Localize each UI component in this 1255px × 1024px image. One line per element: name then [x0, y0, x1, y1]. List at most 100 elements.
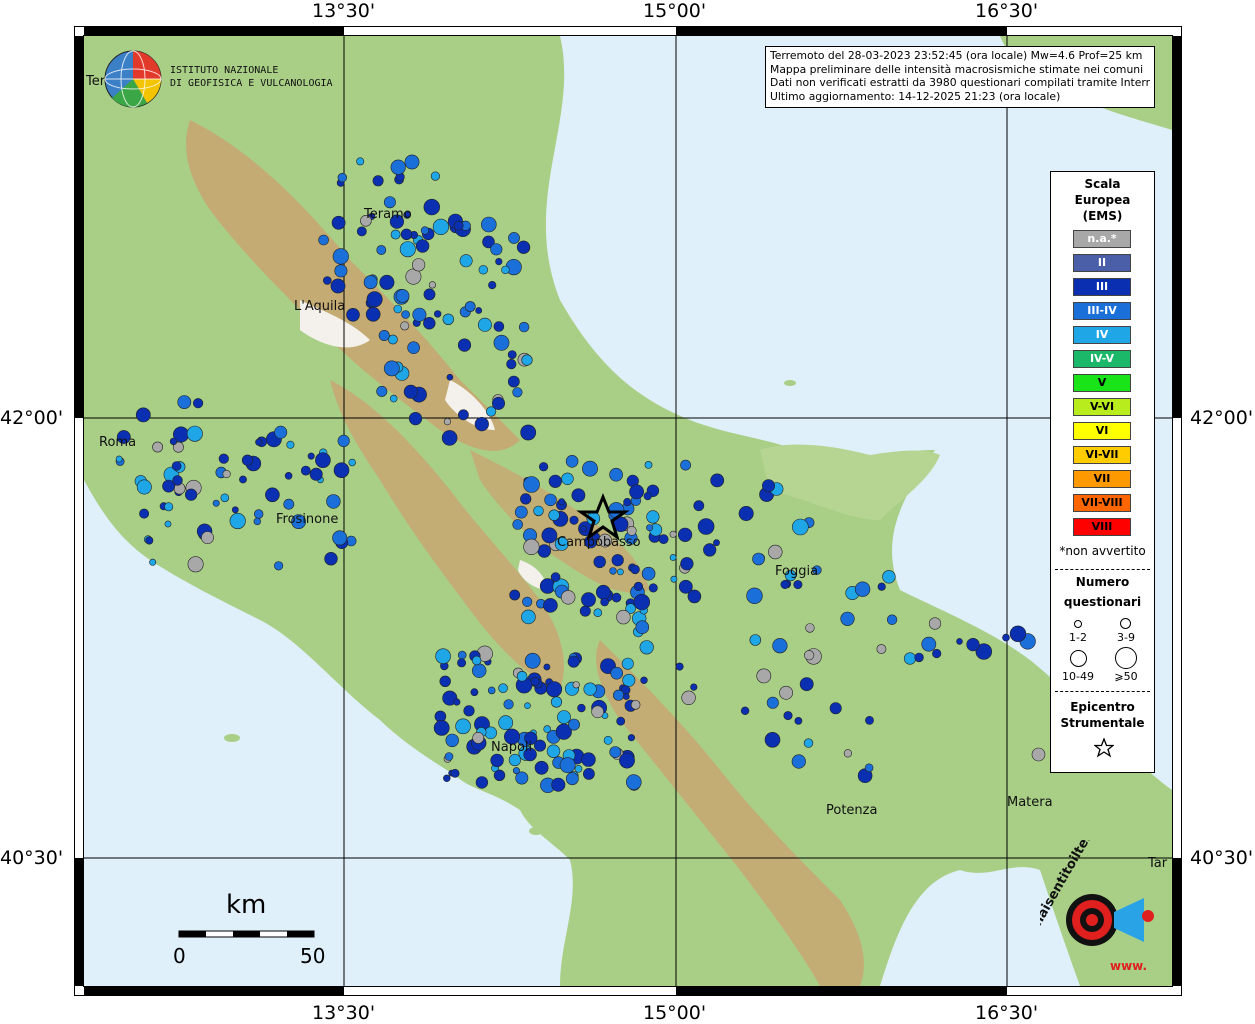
intensity-point: [164, 520, 172, 528]
ingv-globe-icon: [104, 50, 162, 108]
intensity-point: [738, 505, 754, 521]
intensity-point: [162, 479, 175, 493]
hsit-badge[interactable]: haisentitoilterremoto.it www.: [1040, 840, 1166, 980]
intensity-point: [520, 493, 532, 505]
intensity-point: [307, 452, 315, 460]
intensity-point: [488, 281, 497, 290]
intensity-point: [318, 234, 329, 246]
intensity-point: [574, 764, 583, 773]
intensity-point: [253, 517, 261, 526]
city-teramo: Teramo: [364, 207, 412, 222]
intensity-point: [534, 760, 549, 775]
map-canvas[interactable]: [84, 36, 1172, 986]
intensity-point: [928, 617, 942, 630]
intensity-point: [749, 634, 762, 646]
intensity-point: [401, 310, 410, 319]
intensity-point: [548, 509, 560, 521]
intensity-point: [450, 768, 460, 778]
intensity-point: [493, 334, 510, 351]
intensity-point: [886, 614, 898, 625]
intensity-point: [713, 539, 720, 547]
intensity-point: [443, 774, 451, 782]
intensity-point: [803, 650, 815, 661]
intensity-point: [610, 666, 624, 680]
intensity-point: [508, 232, 520, 244]
size-ring-4: [1115, 647, 1137, 669]
legend-separator-1: [1055, 569, 1150, 570]
intensity-point: [793, 580, 803, 590]
intensity-point: [593, 555, 606, 569]
intensity-point: [455, 718, 471, 735]
intensity-point: [805, 623, 815, 633]
intensity-point: [903, 652, 917, 665]
intensity-point: [658, 534, 669, 544]
intensity-point: [433, 720, 450, 736]
intensity-point: [675, 662, 684, 671]
legend-title: Scala Europea (EMS): [1051, 176, 1154, 224]
intensity-point: [169, 437, 178, 446]
intensity-point: [609, 746, 622, 758]
intensity-point: [581, 752, 596, 767]
ems-legend: Scala Europea (EMS) n.a.* II III III-IV IV IV…: [1050, 171, 1155, 773]
intensity-point: [472, 732, 485, 744]
intensity-point: [457, 658, 467, 668]
intensity-point: [803, 738, 814, 748]
legend-not-felt-note: *non avvertito: [1059, 544, 1146, 558]
intensity-point: [520, 424, 537, 441]
ingv-logo-line-2: DI GEOFISICA E VULCANOLOGIA: [170, 78, 333, 89]
intensity-point: [550, 572, 561, 582]
intensity-point: [766, 696, 779, 709]
intensity-point: [579, 605, 591, 617]
intensity-point: [443, 418, 452, 426]
intensity-point: [149, 558, 157, 566]
legend-swatch-3: III: [1073, 278, 1131, 296]
intensity-point: [501, 265, 510, 275]
intensity-point: [746, 587, 763, 604]
intensity-point: [457, 650, 467, 660]
intensity-point: [703, 543, 717, 557]
intensity-point: [595, 584, 611, 600]
intensity-point: [524, 702, 531, 710]
intensity-point: [565, 454, 579, 468]
intensity-point: [222, 469, 231, 479]
intensity-point: [453, 698, 461, 706]
intensity-point: [390, 229, 401, 240]
intensity-point: [309, 467, 323, 481]
scale-bar-max: 50: [300, 944, 326, 968]
intensity-point: [794, 717, 803, 725]
intensity-point: [669, 554, 677, 561]
intensity-point: [274, 561, 284, 571]
intensity-point: [185, 488, 198, 501]
intensity-point: [231, 506, 239, 514]
intensity-point: [633, 581, 644, 592]
intensity-point: [616, 716, 626, 726]
intensity-point: [408, 412, 423, 426]
city-campobasso: Campobasso: [557, 535, 641, 550]
intensity-point: [201, 531, 214, 544]
intensity-point: [333, 462, 350, 479]
intensity-point: [332, 248, 349, 265]
intensity-point: [603, 735, 613, 745]
intensity-point: [491, 396, 505, 410]
intensity-point: [434, 310, 442, 318]
legend-count-title-2: questionari: [1063, 595, 1142, 609]
intensity-point: [254, 509, 264, 519]
intensity-point: [541, 527, 558, 544]
intensity-point: [780, 579, 790, 589]
intensity-point: [177, 395, 192, 409]
intensity-point: [420, 226, 430, 235]
island-ischia: [462, 770, 478, 780]
intensity-point: [139, 508, 150, 519]
intensity-point: [474, 417, 489, 432]
islands-tremiti: [784, 380, 796, 386]
ingv-logo-line-1: ISTITUTO NAZIONALE: [170, 65, 279, 76]
macroseismic-map-page: 13°30' 15°00' 16°30' 13°30' 15°00' 16°30…: [0, 0, 1255, 1024]
intensity-point: [346, 307, 360, 322]
intensity-point: [557, 710, 571, 724]
size-ring-1: [1074, 620, 1082, 628]
intensity-point: [404, 154, 420, 170]
intensity-point: [229, 512, 246, 530]
intensity-point: [493, 321, 505, 332]
intensity-point: [439, 675, 451, 687]
intensity-point: [567, 655, 580, 668]
